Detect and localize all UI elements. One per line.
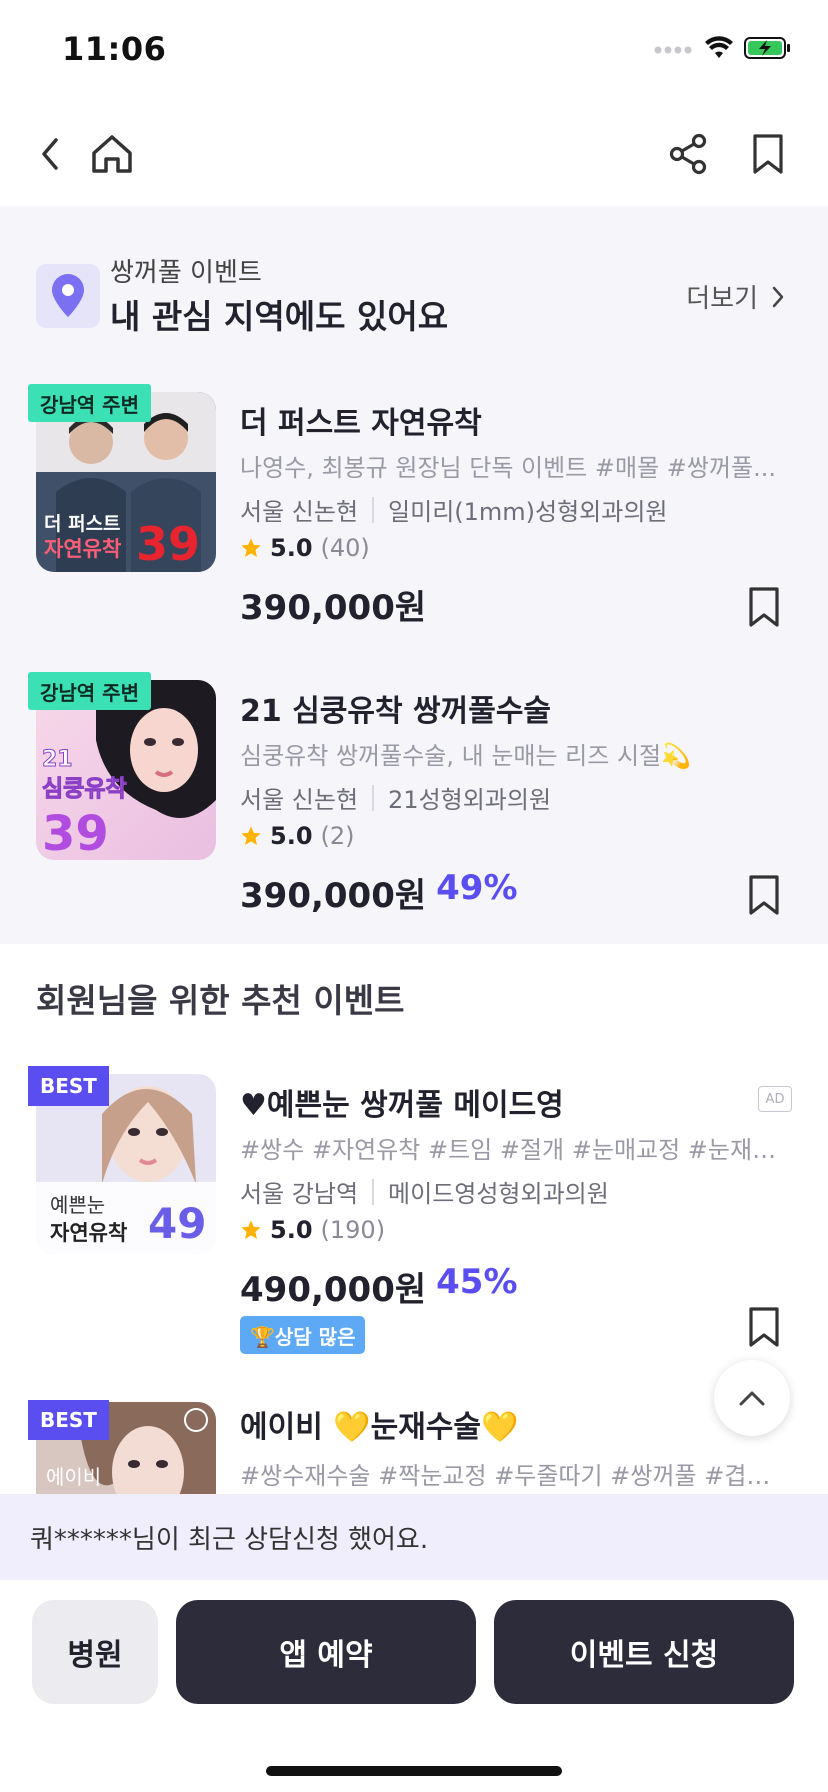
clinic-name: 메이드영성형외과의원 — [388, 1180, 609, 1208]
event-card[interactable]: BEST 에이비 에이비 💛눈재수술💛 #쌍수재수술 #짝눈교정 #두줄따기 #… — [0, 1400, 828, 1494]
divider — [372, 1178, 375, 1205]
bookmark-icon — [753, 134, 783, 174]
home-indicator — [266, 1766, 562, 1776]
item-bookmark-button[interactable] — [748, 874, 788, 920]
bookmark-icon — [749, 875, 779, 915]
review-count: (40) — [320, 534, 370, 562]
more-label: 더보기 — [686, 284, 758, 314]
chevron-right-icon — [772, 286, 784, 307]
event-description: #쌍수 #자연유착 #트임 #절개 #눈매교정 #눈재수... — [240, 1136, 780, 1164]
svg-text:심쿵유착: 심쿵유착 — [42, 776, 127, 802]
star-icon — [241, 538, 261, 557]
clinic-name: 21성형외과의원 — [388, 786, 552, 814]
event-title: 21 심쿵유착 쌍꺼풀수술 — [240, 694, 552, 729]
star-icon — [241, 1220, 261, 1239]
price-value: 390,000원 — [240, 876, 427, 916]
event-price: 490,000원 45% — [240, 1262, 518, 1311]
signal-icon — [654, 41, 694, 60]
event-area: 서울 신논현 — [240, 786, 359, 814]
review-count: (190) — [320, 1216, 386, 1244]
svg-text:예쁜눈: 예쁜눈 — [50, 1193, 105, 1217]
svg-text:39: 39 — [42, 806, 109, 860]
event-location: 서울 강남역 메이드영성형외과의원 — [240, 1174, 609, 1209]
event-location: 서울 신논현 일미리(1mm)성형외과의원 — [240, 492, 668, 527]
svg-text:더 퍼스트: 더 퍼스트 — [44, 513, 121, 535]
price-value: 490,000원 — [240, 1270, 427, 1310]
event-description: #쌍수재수술 #짝눈교정 #두줄따기 #쌍꺼풀 #겹쌍... — [240, 1462, 780, 1490]
top-nav — [0, 100, 828, 206]
review-count: (2) — [320, 822, 355, 850]
share-icon — [669, 133, 707, 175]
scroll-top-button[interactable] — [714, 1360, 790, 1436]
clinic-name: 일미리(1mm)성형외과의원 — [388, 498, 668, 526]
item-bookmark-button[interactable] — [748, 586, 788, 632]
event-title: 에이비 💛눈재수술💛 — [240, 1410, 519, 1445]
home-icon — [92, 135, 132, 173]
hospital-button[interactable]: 병원 — [32, 1600, 158, 1704]
section-subtitle: 쌍꺼풀 이벤트 — [110, 258, 262, 288]
event-description: 심쿵유착 쌍꺼풀수술, 내 눈매는 리즈 시절💫 — [240, 742, 692, 770]
event-title: ♥예쁜눈 쌍꺼풀 메이드영 — [240, 1088, 564, 1123]
svg-text:에이비: 에이비 — [46, 1465, 101, 1489]
status-bar: 11:06 — [0, 0, 828, 100]
discount-rate: 45% — [436, 1262, 518, 1302]
region-event-section: 쌍꺼풀 이벤트 내 관심 지역에도 있어요 더보기 강남역 주변 더 퍼스트 자… — [0, 206, 828, 944]
event-card[interactable]: BEST 예쁜눈 자연유착 49 ♥예쁜눈 쌍꺼풀 메이드영 AD #쌍수 #자… — [0, 1066, 828, 1354]
event-apply-button[interactable]: 이벤트 신청 — [494, 1600, 794, 1704]
best-tag: BEST — [28, 1400, 109, 1440]
near-station-tag: 강남역 주변 — [28, 672, 151, 710]
bookmark-icon — [749, 1307, 779, 1347]
svg-text:자연유착: 자연유착 — [44, 537, 121, 561]
recommend-section-title: 회원님을 위한 추천 이벤트 — [36, 981, 405, 1020]
divider — [372, 496, 375, 523]
event-price: 390,000원 — [240, 580, 426, 629]
status-time: 11:06 — [62, 30, 167, 68]
share-button[interactable] — [660, 126, 716, 182]
near-station-tag: 강남역 주변 — [28, 384, 151, 422]
event-rating: 5.0 (190) — [240, 1216, 385, 1244]
bookmark-button[interactable] — [740, 126, 796, 182]
event-card[interactable]: 강남역 주변 더 퍼스트 자연유착 39 더 퍼스트 자연유착 나영수, 최봉규… — [0, 384, 828, 652]
recent-consult-notice: 쿼******님이 최근 상담신청 했어요. — [0, 1494, 828, 1580]
rating-score: 5.0 — [270, 822, 313, 850]
price-value: 390,000원 — [240, 588, 427, 628]
wifi-icon — [704, 36, 734, 64]
consult-badge: 🏆상담 많은 — [240, 1316, 366, 1354]
section-title: 내 관심 지역에도 있어요 — [110, 297, 449, 336]
home-button[interactable] — [84, 126, 140, 182]
svg-text:39: 39 — [136, 517, 200, 571]
event-card[interactable]: 강남역 주변 21 심쿵유착 39 21 심쿵유착 쌍꺼풀수술 심쿵유착 쌍꺼풀… — [0, 672, 828, 940]
event-rating: 5.0 (40) — [240, 534, 370, 562]
discount-rate: 49% — [436, 868, 518, 908]
back-button[interactable] — [22, 126, 78, 182]
svg-text:자연유착: 자연유착 — [50, 1221, 127, 1245]
event-area: 서울 강남역 — [240, 1180, 359, 1208]
rating-score: 5.0 — [270, 1216, 313, 1244]
app-booking-button[interactable]: 앱 예약 — [176, 1600, 476, 1704]
event-area: 서울 신논현 — [240, 498, 359, 526]
best-tag: BEST — [28, 1066, 109, 1106]
bookmark-icon — [749, 587, 779, 627]
status-icons — [654, 36, 792, 64]
chevron-left-icon — [42, 138, 58, 170]
svg-text:49: 49 — [148, 1199, 206, 1248]
svg-text:21: 21 — [42, 747, 73, 772]
star-icon — [241, 826, 261, 845]
location-pin-icon — [36, 264, 100, 328]
chevron-up-icon — [739, 1391, 765, 1406]
event-location: 서울 신논현 21성형외과의원 — [240, 780, 551, 815]
battery-icon — [744, 36, 792, 64]
ad-badge: AD — [758, 1086, 792, 1112]
item-bookmark-button[interactable] — [748, 1306, 788, 1352]
event-rating: 5.0 (2) — [240, 822, 355, 850]
event-price: 390,000원 49% — [240, 868, 518, 917]
bottom-action-bar: 병원 앱 예약 이벤트 신청 — [0, 1580, 828, 1792]
event-description: 나영수, 최봉규 원장님 단독 이벤트 #매몰 #쌍꺼풀... — [240, 454, 777, 482]
rating-score: 5.0 — [270, 534, 313, 562]
divider — [372, 784, 375, 811]
event-title: 더 퍼스트 자연유착 — [240, 406, 482, 441]
more-link[interactable]: 더보기 — [686, 278, 784, 315]
